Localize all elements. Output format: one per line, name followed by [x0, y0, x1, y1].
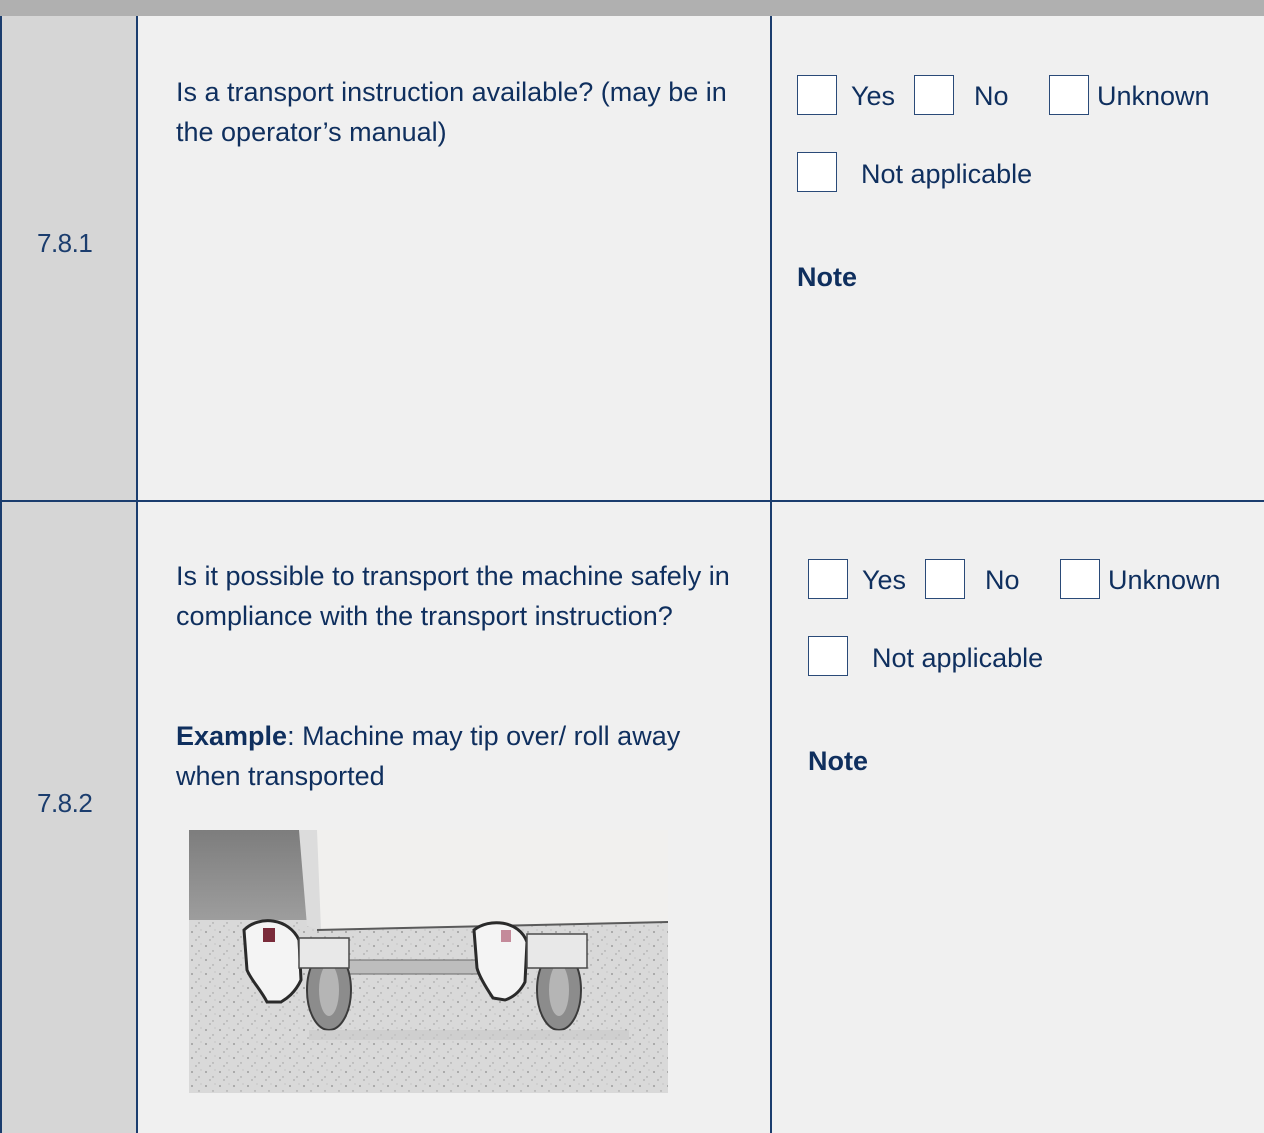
note-label-7-8-1: Note: [797, 262, 857, 292]
example-7-8-2: Example: Machine may tip over/ roll away…: [176, 716, 736, 796]
row-number-7-8-2: 7.8.2: [37, 788, 93, 818]
row-divider: [0, 500, 1264, 502]
question-7-8-2: Is it possible to transport the machine …: [176, 561, 730, 631]
yes-label-7-8-1: Yes: [851, 81, 896, 111]
table-border-left: [0, 16, 2, 1133]
question-7-8-1: Is a transport instruction available? (m…: [176, 77, 727, 147]
yes-checkbox-7-8-2[interactable]: [808, 559, 848, 599]
unknown-label-7-8-1: Unknown: [1097, 81, 1210, 111]
no-label-7-8-2: No: [985, 565, 1020, 595]
no-checkbox-7-8-2[interactable]: [925, 559, 965, 599]
unknown-label-7-8-2: Unknown: [1108, 565, 1221, 595]
column-divider-1: [136, 16, 138, 1133]
not-applicable-checkbox-7-8-2[interactable]: [808, 636, 848, 676]
row-number-7-8-1: 7.8.1: [37, 228, 93, 258]
yes-checkbox-7-8-1[interactable]: [797, 75, 837, 115]
no-checkbox-7-8-1[interactable]: [914, 75, 954, 115]
yes-label-7-8-2: Yes: [862, 565, 907, 595]
not-applicable-checkbox-7-8-1[interactable]: [797, 152, 837, 192]
machine-casters-photo: [189, 830, 668, 1093]
table-header-bar: [0, 0, 1264, 16]
number-column: [0, 16, 137, 1133]
example-label: Example: [176, 721, 288, 751]
note-label-7-8-2: Note: [808, 746, 868, 776]
column-divider-2: [770, 16, 772, 1133]
no-label-7-8-1: No: [974, 81, 1009, 111]
unknown-checkbox-7-8-1[interactable]: [1049, 75, 1089, 115]
not-applicable-label-7-8-2: Not applicable: [872, 643, 1044, 673]
unknown-checkbox-7-8-2[interactable]: [1060, 559, 1100, 599]
not-applicable-label-7-8-1: Not applicable: [861, 159, 1033, 189]
